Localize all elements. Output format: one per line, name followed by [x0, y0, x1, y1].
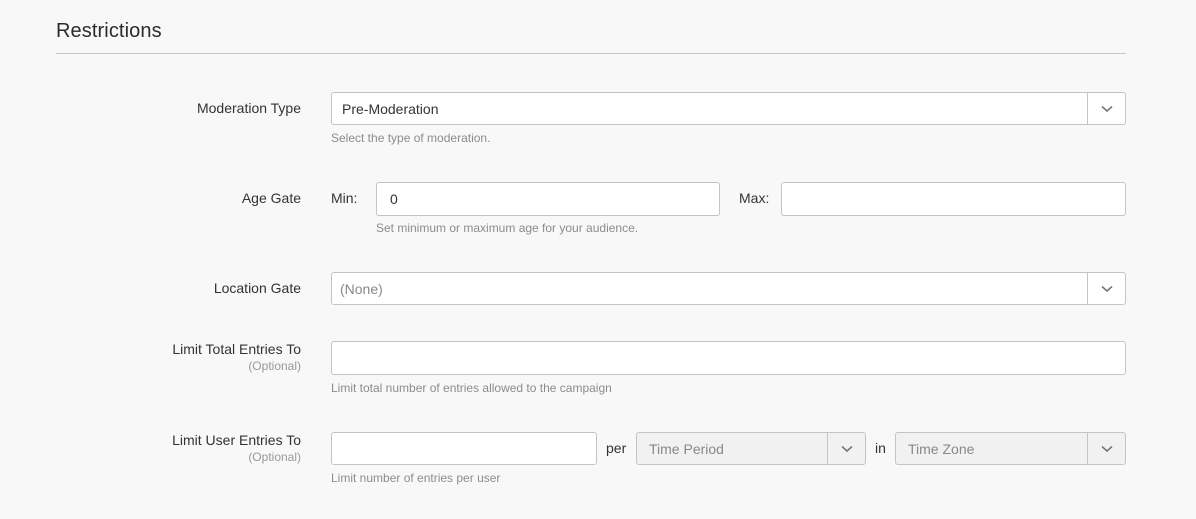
limit-user-optional: (Optional) — [248, 450, 301, 464]
location-gate-dropdown-button[interactable] — [1087, 273, 1125, 304]
section-title: Restrictions — [56, 20, 162, 42]
time-zone-dropdown-button[interactable] — [1087, 433, 1125, 464]
location-gate-select[interactable]: (None) — [331, 272, 1126, 305]
limit-user-per-label: per — [606, 440, 627, 456]
moderation-type-select[interactable]: Pre-Moderation — [331, 92, 1126, 125]
age-gate-help: Set minimum or maximum age for your audi… — [376, 221, 639, 235]
location-gate-value: (None) — [340, 280, 383, 297]
limit-user-input[interactable] — [331, 432, 597, 465]
limit-user-label: Limit User Entries To — [172, 432, 301, 448]
age-gate-min-label: Min: — [331, 190, 358, 206]
time-period-dropdown-button[interactable] — [827, 433, 865, 464]
age-gate-max-input[interactable] — [781, 182, 1126, 216]
moderation-type-help: Select the type of moderation. — [331, 131, 491, 145]
chevron-down-icon — [1100, 285, 1113, 292]
chevron-down-icon — [1100, 445, 1113, 452]
limit-user-help: Limit number of entries per user — [331, 471, 501, 485]
limit-total-label: Limit Total Entries To — [172, 341, 301, 357]
limit-user-in-label: in — [875, 440, 886, 456]
location-gate-label: Location Gate — [213, 280, 301, 296]
moderation-type-dropdown-button[interactable] — [1087, 93, 1125, 124]
age-gate-max-label: Max: — [739, 190, 770, 206]
limit-total-help: Limit total number of entries allowed to… — [331, 381, 612, 395]
section-divider — [56, 53, 1126, 54]
time-zone-value: Time Zone — [908, 440, 975, 457]
chevron-down-icon — [840, 445, 853, 452]
moderation-type-value: Pre-Moderation — [342, 100, 439, 117]
limit-total-input[interactable] — [331, 341, 1126, 375]
age-gate-min-value: 0 — [390, 191, 398, 207]
chevron-down-icon — [1100, 105, 1113, 112]
time-period-select[interactable]: Time Period — [636, 432, 866, 465]
moderation-type-label: Moderation Type — [196, 100, 301, 116]
time-period-value: Time Period — [649, 440, 724, 457]
limit-total-optional: (Optional) — [248, 359, 301, 373]
time-zone-select[interactable]: Time Zone — [895, 432, 1126, 465]
age-gate-min-input[interactable]: 0 — [376, 182, 720, 216]
age-gate-label: Age Gate — [241, 190, 301, 206]
